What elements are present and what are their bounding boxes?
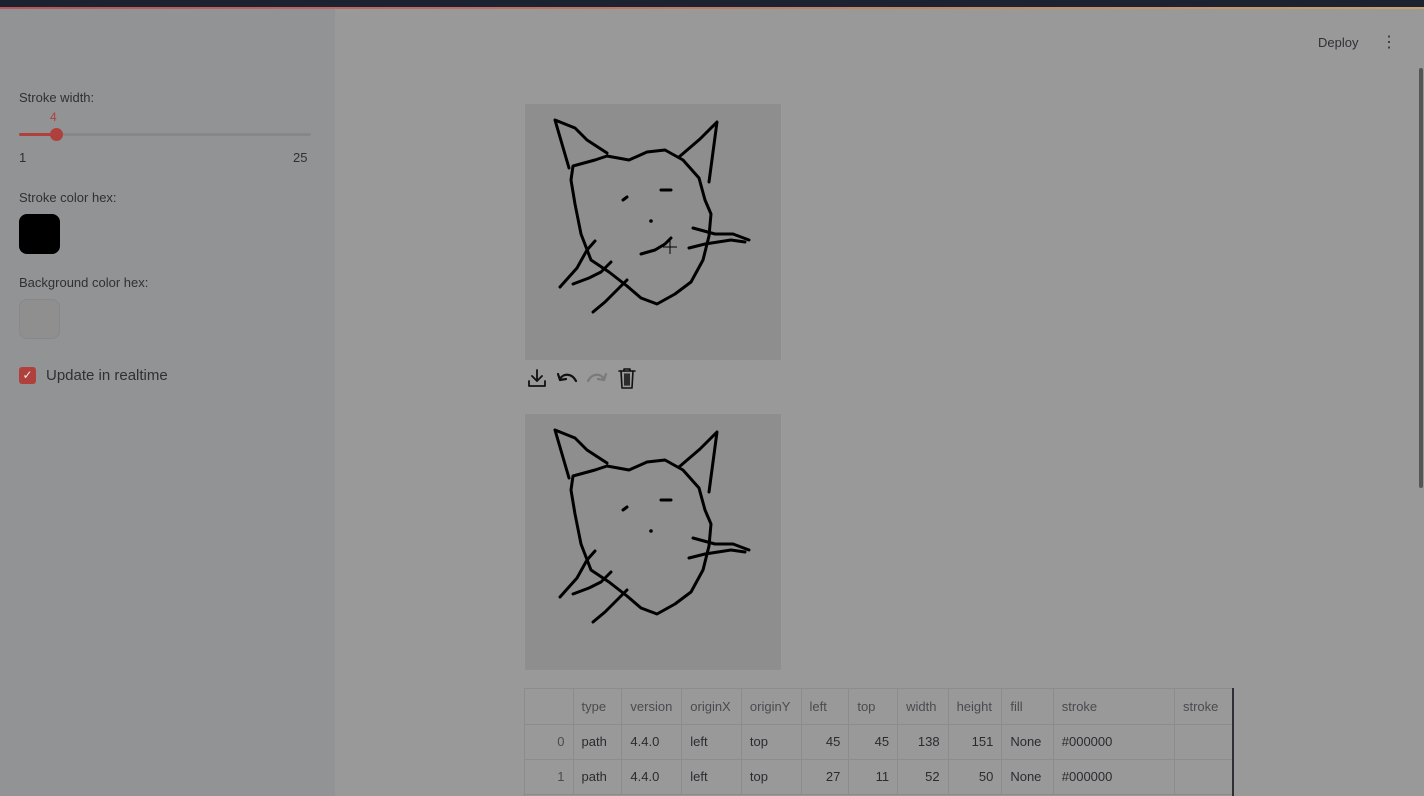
- objects-dataframe[interactable]: type version originX originY left top wi…: [524, 688, 1234, 796]
- column-header-stroke-width[interactable]: stroke: [1174, 689, 1234, 725]
- table-cell-originx: left: [681, 724, 742, 760]
- main-scrollbar[interactable]: [1419, 68, 1423, 488]
- table-cell-originx: left: [681, 759, 742, 795]
- table-cell-stroke-width: [1174, 724, 1234, 760]
- table-cell-version: 4.4.0: [621, 759, 683, 795]
- table-cell-stroke: #000000: [1053, 724, 1175, 760]
- background-color-label: Background color hex:: [19, 275, 149, 290]
- stroke-width-label: Stroke width:: [19, 90, 95, 105]
- trash-icon[interactable]: [614, 365, 640, 391]
- undo-icon[interactable]: [554, 365, 580, 391]
- table-row[interactable]: 0 path 4.4.0 left top 45 45 138 151 None…: [525, 724, 1234, 760]
- column-header-type[interactable]: type: [573, 689, 623, 725]
- kebab-menu-icon[interactable]: ⋮: [1381, 33, 1397, 53]
- table-cell-index: 0: [525, 724, 574, 760]
- table-cell-width: 138: [897, 724, 949, 760]
- table-cell-fill: None: [1001, 759, 1054, 795]
- table-cell-originy: top: [741, 759, 802, 795]
- download-icon[interactable]: [524, 365, 550, 391]
- realtime-checkbox-label[interactable]: Update in realtime: [46, 367, 168, 384]
- table-cell-originy: top: [741, 724, 802, 760]
- table-cell-left: 27: [801, 759, 850, 795]
- redo-icon[interactable]: [584, 365, 610, 391]
- table-cell-type: path: [573, 724, 623, 760]
- canvas-toolbar: [524, 365, 640, 391]
- column-header-fill[interactable]: fill: [1001, 689, 1054, 725]
- background-color-picker[interactable]: [19, 299, 60, 339]
- canvas-result-image: [524, 413, 782, 671]
- cat-drawing-result: [553, 428, 751, 624]
- column-header-height[interactable]: height: [948, 689, 1003, 725]
- table-cell-top: 11: [848, 759, 899, 795]
- table-resize-edge[interactable]: [1232, 688, 1234, 796]
- realtime-checkbox[interactable]: ✓: [19, 367, 36, 384]
- column-header-version[interactable]: version: [621, 689, 683, 725]
- stroke-width-value: 4: [50, 110, 57, 124]
- table-cell-index: 1: [525, 759, 574, 795]
- table-cell-version: 4.4.0: [621, 724, 683, 760]
- objects-table: type version originX originY left top wi…: [525, 689, 1234, 795]
- stroke-color-label: Stroke color hex:: [19, 190, 117, 205]
- column-header-width[interactable]: width: [897, 689, 949, 725]
- stroke-width-max: 25: [293, 150, 308, 165]
- main-content: [335, 9, 1424, 796]
- table-cell-top: 45: [848, 724, 899, 760]
- sidebar: [0, 9, 335, 796]
- table-cell-stroke-width: [1174, 759, 1234, 795]
- table-row[interactable]: 1 path 4.4.0 left top 27 11 52 50 None #…: [525, 759, 1234, 795]
- table-cell-fill: None: [1001, 724, 1054, 760]
- column-header-stroke[interactable]: stroke: [1053, 689, 1175, 725]
- table-cell-height: 50: [948, 759, 1003, 795]
- table-cell-left: 45: [801, 724, 850, 760]
- deploy-button[interactable]: Deploy: [1318, 35, 1358, 50]
- table-cell-type: path: [573, 759, 623, 795]
- table-cell-height: 151: [948, 724, 1003, 760]
- column-header-left[interactable]: left: [801, 689, 850, 725]
- table-cell-width: 52: [897, 759, 949, 795]
- stroke-width-min: 1: [19, 150, 27, 165]
- table-cell-stroke: #000000: [1053, 759, 1175, 795]
- column-header-index[interactable]: [525, 689, 574, 725]
- stroke-color-picker[interactable]: [19, 214, 60, 254]
- column-header-top[interactable]: top: [848, 689, 899, 725]
- column-header-originy[interactable]: originY: [741, 689, 802, 725]
- drawing-canvas[interactable]: [524, 103, 782, 361]
- stroke-width-slider[interactable]: [19, 128, 311, 141]
- slider-thumb[interactable]: [50, 128, 63, 141]
- cat-drawing: [553, 118, 751, 314]
- column-header-originx[interactable]: originX: [681, 689, 742, 725]
- table-header-row: type version originX originY left top wi…: [525, 689, 1234, 725]
